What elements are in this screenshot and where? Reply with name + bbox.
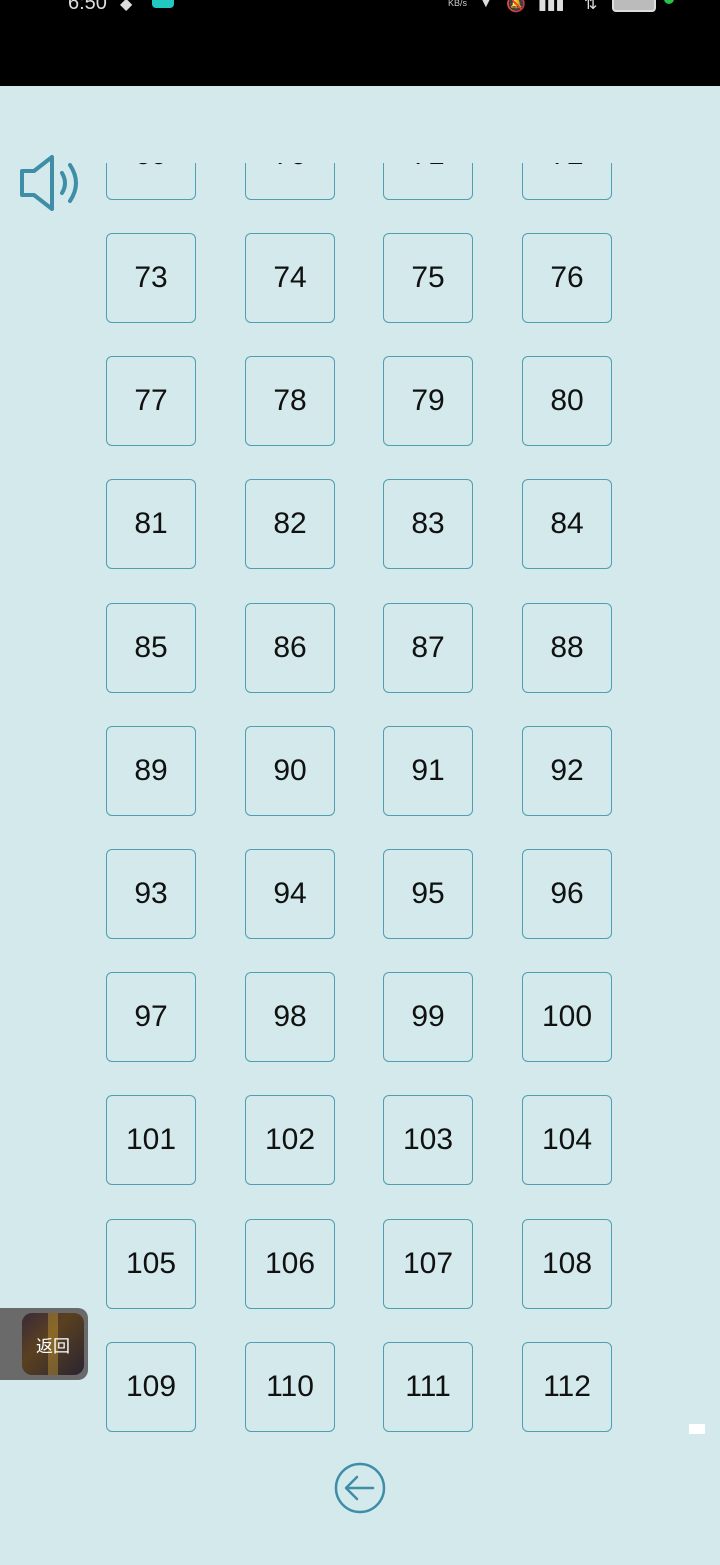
level-button[interactable]: 111 [383,1342,473,1432]
level-button[interactable]: 94 [245,849,335,939]
speaker-icon [20,155,78,211]
level-button[interactable]: 103 [383,1095,473,1185]
level-button[interactable]: 112 [522,1342,612,1432]
level-button[interactable]: 92 [522,726,612,816]
location-icon: ◆ [120,0,133,13]
level-button[interactable]: 87 [383,603,473,693]
level-button[interactable]: 89 [106,726,196,816]
level-button[interactable]: 76 [522,233,612,323]
level-button[interactable]: 74 [245,233,335,323]
level-button[interactable]: 100 [522,972,612,1062]
level-button[interactable]: 102 [245,1095,335,1185]
app-notification-icon [152,0,174,8]
level-button[interactable]: 77 [106,356,196,446]
level-button[interactable]: 82 [245,479,335,569]
mute-icon: 🔕 [506,0,526,13]
level-button[interactable]: 70 [245,163,335,200]
back-arrow-circle-icon [334,1462,386,1514]
return-thumbnail: 返回 [22,1313,84,1375]
level-button[interactable]: 79 [383,356,473,446]
level-button[interactable]: 78 [245,356,335,446]
wifi-icon: ▼ [478,0,494,11]
level-button[interactable]: 106 [245,1219,335,1309]
level-button[interactable]: 73 [106,233,196,323]
level-button[interactable]: 81 [106,479,196,569]
level-button[interactable]: 109 [106,1342,196,1432]
level-button[interactable]: 86 [245,603,335,693]
data-transfer-icon: ⇅ [584,0,598,13]
level-button[interactable]: 98 [245,972,335,1062]
level-button[interactable]: 84 [522,479,612,569]
level-button[interactable]: 96 [522,849,612,939]
signal-icon: ▮▮▮ [538,0,565,13]
level-button[interactable]: 85 [106,603,196,693]
status-time: 6:50 [68,0,107,14]
return-button[interactable]: 返回 [0,1308,88,1380]
return-label: 返回 [36,1336,70,1357]
level-button[interactable]: 104 [522,1095,612,1185]
status-bar: 6:50 ◆ KB/s ▼ 🔕 ▮▮▮ ⇅ [0,0,720,86]
level-button[interactable]: 88 [522,603,612,693]
level-button[interactable]: 97 [106,972,196,1062]
battery-icon [612,0,656,12]
back-arrow-button[interactable] [333,1461,387,1515]
charging-dot-icon [664,0,674,4]
level-grid[interactable]: 69 70 71 72 73 74 75 76 77 78 79 80 81 82 83 84 85 86 87 88… [0,163,720,1453]
sound-toggle-button[interactable] [18,153,84,213]
level-button[interactable]: 71 [383,163,473,200]
level-button[interactable]: 91 [383,726,473,816]
level-button[interactable]: 93 [106,849,196,939]
level-button[interactable]: 110 [245,1342,335,1432]
level-button[interactable]: 105 [106,1219,196,1309]
level-button[interactable]: 107 [383,1219,473,1309]
network-rate: KB/s [448,0,468,8]
level-button[interactable]: 75 [383,233,473,323]
level-button[interactable]: 95 [383,849,473,939]
level-button[interactable]: 69 [106,163,196,200]
level-button[interactable]: 108 [522,1219,612,1309]
level-button[interactable]: 80 [522,356,612,446]
level-button[interactable]: 99 [383,972,473,1062]
level-button[interactable]: 83 [383,479,473,569]
edge-indicator [689,1424,705,1434]
level-button[interactable]: 72 [522,163,612,200]
level-button[interactable]: 101 [106,1095,196,1185]
level-button[interactable]: 90 [245,726,335,816]
